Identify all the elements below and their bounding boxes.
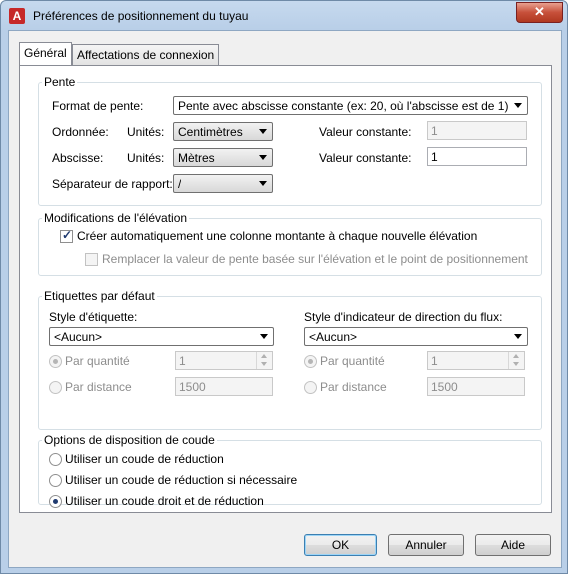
ordinate-label: Ordonnée: <box>52 125 109 139</box>
ordinate-constant-field: 1 <box>427 121 527 140</box>
spin-up-icon <box>261 354 267 358</box>
elbow-reducing-radio[interactable] <box>49 453 62 466</box>
replace-slope-label: Remplacer la valeur de pente basée sur l… <box>102 252 528 266</box>
ordinate-constant-label: Valeur constante: <box>319 125 412 139</box>
flow-quantity-value: 1 <box>431 354 438 368</box>
abscissa-constant-value: 1 <box>431 150 438 164</box>
help-button[interactable]: Aide <box>475 534 551 556</box>
spin-down-icon <box>261 362 267 366</box>
create-riser-label[interactable]: Créer automatiquement une colonne montan… <box>77 229 477 243</box>
ordinate-constant-value: 1 <box>431 124 438 138</box>
chevron-down-icon <box>260 334 268 339</box>
flow-style-value: <Aucun> <box>309 330 358 344</box>
slope-format-label: Format de pente: <box>52 99 144 113</box>
abscissa-label: Abscisse: <box>52 151 104 165</box>
flow-by-quantity-radio <box>304 355 317 368</box>
ratio-separator-label: Séparateur de rapport: <box>52 177 173 191</box>
replace-slope-checkbox <box>85 253 98 266</box>
abscissa-units-label: Unités: <box>127 151 165 165</box>
create-riser-checkbox[interactable] <box>60 228 73 243</box>
flow-distance-value: 1500 <box>431 380 458 394</box>
flow-quantity-field: 1 <box>427 351 525 370</box>
tag-by-quantity-radio <box>49 355 62 368</box>
ordinate-units-value: Centimètres <box>178 125 243 139</box>
elbow-reducing-if-needed-radio[interactable] <box>49 474 62 487</box>
tag-by-distance-label: Par distance <box>65 380 132 394</box>
abscissa-units-select[interactable]: Mètres <box>173 148 273 167</box>
tab-general[interactable]: Général <box>19 42 72 65</box>
ordinate-units-select[interactable]: Centimètres <box>173 122 273 141</box>
tag-quantity-value: 1 <box>179 354 186 368</box>
chevron-down-icon <box>514 103 522 108</box>
spin-up-icon <box>513 354 519 358</box>
elbow-straight-and-reducing-radio[interactable] <box>49 495 62 508</box>
slope-group-legend: Pente <box>42 75 78 89</box>
slope-format-select[interactable]: Pente avec abscisse constante (ex: 20, o… <box>173 96 528 115</box>
ok-button[interactable]: OK <box>304 534 377 556</box>
quantity-stepper <box>256 352 272 369</box>
window-title: Préférences de positionnement du tuyau <box>33 9 249 23</box>
elevation-group <box>38 218 542 276</box>
quantity-stepper <box>508 352 524 369</box>
abscissa-constant-label: Valeur constante: <box>319 151 412 165</box>
flow-by-distance-label: Par distance <box>320 380 387 394</box>
close-button[interactable]: ✕ <box>516 2 563 23</box>
pipe-preferences-dialog: A Préférences de positionnement du tuyau… <box>0 0 568 574</box>
flow-distance-field: 1500 <box>427 377 525 396</box>
flow-by-distance-radio <box>304 381 317 394</box>
abscissa-constant-field[interactable]: 1 <box>427 147 527 166</box>
tag-style-select[interactable]: <Aucun> <box>49 327 274 346</box>
dialog-client-area: Général Affectations de connexion Pente … <box>8 30 562 568</box>
flow-style-select[interactable]: <Aucun> <box>304 327 528 346</box>
abscissa-units-value: Mètres <box>178 151 215 165</box>
tag-style-value: <Aucun> <box>54 330 103 344</box>
ratio-separator-select[interactable]: / <box>173 174 273 193</box>
ordinate-units-label: Unités: <box>127 125 165 139</box>
tag-by-distance-radio <box>49 381 62 394</box>
close-icon: ✕ <box>534 4 545 19</box>
elevation-group-legend: Modifications de l'élévation <box>42 211 190 225</box>
chevron-down-icon <box>259 129 267 134</box>
spin-down-icon <box>513 362 519 366</box>
slope-format-value: Pente avec abscisse constante (ex: 20, o… <box>178 99 509 113</box>
autocad-app-icon: A <box>9 8 25 24</box>
ratio-separator-value: / <box>178 177 182 191</box>
tab-connection-assignments[interactable]: Affectations de connexion <box>72 44 220 65</box>
tag-style-label: Style d'étiquette: <box>49 310 138 324</box>
elbow-reducing-label[interactable]: Utiliser un coude de réduction <box>65 452 224 466</box>
general-tab-panel: Pente Format de pente: Pente avec abscis… <box>19 65 552 513</box>
flow-by-quantity-label: Par quantité <box>320 354 385 368</box>
tag-distance-field: 1500 <box>175 377 273 396</box>
default-labels-legend: Etiquettes par défaut <box>42 289 157 303</box>
chevron-down-icon <box>514 334 522 339</box>
flow-style-label: Style d'indicateur de direction du flux: <box>304 310 503 324</box>
chevron-down-icon <box>259 155 267 160</box>
elbow-straight-and-reducing-label[interactable]: Utiliser un coude droit et de réduction <box>65 494 264 508</box>
chevron-down-icon <box>259 181 267 186</box>
title-bar[interactable]: A Préférences de positionnement du tuyau… <box>1 1 567 31</box>
elbow-reducing-if-needed-label[interactable]: Utiliser un coude de réduction si nécess… <box>65 473 297 487</box>
tag-quantity-field: 1 <box>175 351 273 370</box>
cancel-button[interactable]: Annuler <box>388 534 464 556</box>
tag-by-quantity-label: Par quantité <box>65 354 130 368</box>
tag-distance-value: 1500 <box>179 380 206 394</box>
elbow-options-legend: Options de disposition de coude <box>42 433 217 447</box>
